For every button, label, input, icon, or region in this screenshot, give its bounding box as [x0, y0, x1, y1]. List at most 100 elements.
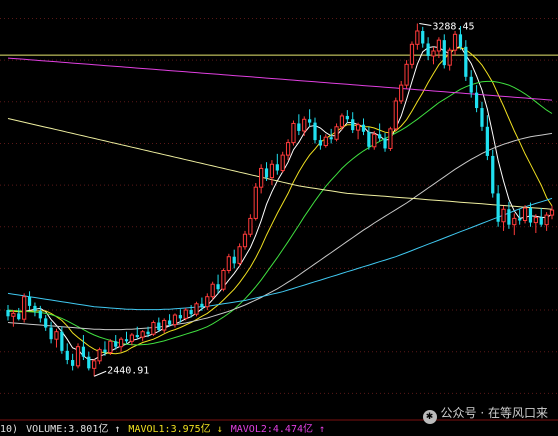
candle-body-up: [108, 340, 113, 354]
candle-body-down: [491, 155, 495, 194]
candle-body-up: [399, 84, 404, 102]
candle-body-down: [49, 327, 53, 340]
candle-body-up: [253, 186, 258, 219]
candle-body-down: [351, 119, 355, 131]
candle-body-down: [146, 331, 150, 335]
candle-body-up: [388, 128, 393, 149]
candle-body-down: [518, 218, 522, 221]
candle-body-down: [38, 310, 42, 319]
candlestick-chart-svg: 3288.45 2440.91: [0, 17, 558, 421]
candle-body-down: [367, 131, 371, 147]
ma-line-ma20: [7, 80, 553, 346]
candle-body-down: [297, 123, 301, 131]
candle-body-down: [44, 318, 48, 328]
candle-body-down: [485, 126, 489, 156]
candle-body-up: [436, 39, 442, 52]
candle-body-up: [372, 133, 377, 148]
candle-body-down: [216, 284, 220, 290]
candle-body-down: [275, 164, 279, 171]
watermark-text: 公众号 · 在等风口来: [440, 406, 548, 420]
candle-body-down: [442, 40, 446, 66]
candle-body-down: [135, 335, 139, 338]
candle-body-up: [221, 269, 226, 290]
candle-body-down: [157, 322, 161, 331]
candle-body-down: [60, 331, 64, 351]
candle-body-down: [189, 310, 193, 315]
candle-body-down: [114, 341, 118, 347]
candle-body-up: [11, 312, 16, 317]
candle-body-up: [291, 122, 296, 144]
ma-line-ma60: [7, 132, 553, 331]
kline-chart: 3288.45 2440.91 10) VOLUME:3.801亿 ↑ MAVOL…: [0, 0, 558, 436]
candle-body-up: [404, 63, 409, 86]
candle-body-down: [167, 320, 172, 325]
candle-body-up: [431, 50, 436, 57]
candle-body-up: [393, 100, 398, 130]
candle-body-up: [269, 163, 275, 179]
candle-body-down: [308, 119, 312, 123]
candle-body-down: [464, 46, 468, 77]
candle-body-up: [409, 43, 415, 65]
wechat-watermark: ✱ 公众号 · 在等风口来: [422, 404, 548, 424]
candle-body-up: [334, 126, 339, 140]
candle-body-down: [313, 122, 317, 141]
candle-body-down: [378, 134, 382, 139]
candle-body-down: [318, 140, 323, 146]
candle-body-up: [226, 256, 231, 271]
candle-body-up: [92, 360, 97, 369]
candle-body-up: [522, 207, 528, 221]
low-price-label: 2440.91: [107, 365, 149, 376]
candle-body-up: [242, 233, 248, 248]
candle-body-up: [533, 217, 538, 224]
candle-body-down: [528, 208, 533, 223]
candle-body-down: [426, 43, 430, 56]
candle-body-down: [496, 193, 500, 222]
candle-body-up: [129, 334, 134, 342]
candle-body-up: [237, 246, 242, 264]
low-arrow: [93, 370, 107, 377]
candle-body-up: [97, 349, 102, 362]
candle-body-down: [71, 360, 75, 366]
ma-line-ma250: [7, 118, 553, 210]
candle-body-down: [345, 115, 349, 120]
candle-body-up: [75, 346, 81, 367]
candle-body-down: [329, 137, 333, 140]
candle-body-down: [6, 310, 10, 317]
volume-indicator-bar: 10) VOLUME:3.801亿 ↑ MAVOL1:3.975亿 ↓ MAVO…: [0, 423, 558, 436]
candle-body-up: [22, 296, 27, 320]
candle-body-up: [512, 217, 517, 226]
candle-body-down: [81, 346, 86, 357]
candle-body-up: [54, 331, 59, 340]
volume-label: VOLUME:3.801亿 ↑: [26, 424, 121, 435]
candle-body-up: [501, 208, 506, 223]
candle-body-down: [27, 296, 32, 306]
candle-body-down: [17, 313, 21, 320]
candle-body-down: [361, 124, 366, 132]
candle-body-up: [183, 309, 188, 319]
high-arrow: [419, 22, 432, 26]
candle-body-down: [474, 92, 479, 109]
candle-body-up: [280, 154, 285, 172]
candle-body-down: [178, 315, 182, 319]
candle-body-down: [33, 305, 37, 311]
candle-body-down: [421, 30, 425, 44]
candle-body-down: [124, 339, 129, 342]
candle-body-up: [323, 136, 328, 147]
candle-body-down: [200, 303, 204, 307]
candle-body-up: [339, 115, 345, 128]
mavol1-label: MAVOL1:3.975亿 ↓: [128, 424, 223, 435]
candle-body-down: [65, 350, 69, 361]
candle-body-up: [210, 283, 215, 298]
candle-body-up: [248, 217, 253, 235]
candle-body-up: [194, 303, 199, 315]
candle-body-up: [285, 142, 291, 156]
candle-body-down: [507, 209, 511, 225]
candle-body-up: [140, 331, 145, 338]
candle-body-up: [447, 49, 452, 66]
candle-body-up: [452, 33, 458, 51]
candle-body-up: [162, 319, 167, 331]
candle-body-down: [232, 256, 236, 264]
candle-body-down: [264, 168, 269, 178]
candle-body-down: [87, 356, 91, 369]
candle-body-up: [259, 167, 264, 188]
